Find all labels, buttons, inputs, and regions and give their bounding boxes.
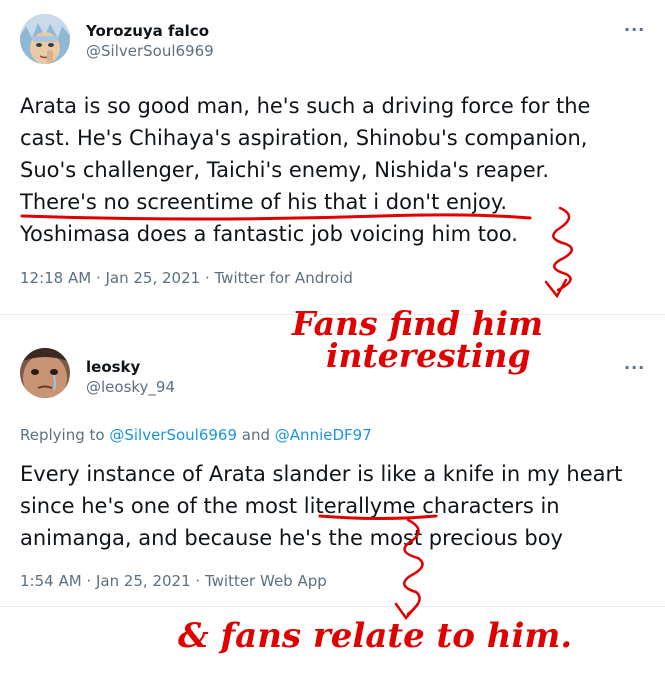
replying-to: Replying to @SilverSoul6969 and @AnnieDF… (20, 426, 372, 444)
tweet-timestamp[interactable]: 1:54 AM · Jan 25, 2021 · Twitter Web App (20, 572, 327, 590)
tweet-timestamp[interactable]: 12:18 AM · Jan 25, 2021 · Twitter for An… (20, 269, 353, 287)
avatar[interactable] (20, 348, 70, 398)
user-handle[interactable]: @SilverSoul6969 (86, 42, 214, 60)
reply-mention-link[interactable]: @AnnieDF97 (275, 426, 372, 444)
display-name[interactable]: Yorozuya falco (86, 22, 209, 40)
avatar-image (20, 348, 70, 398)
display-name[interactable]: leosky (86, 358, 140, 376)
tweet-text-line: animanga, and because he's the most prec… (20, 526, 563, 550)
tweet-text-line: There's no screentime of his that i don'… (20, 190, 507, 214)
tweet-text-line: Suo's challenger, Taichi's enemy, Nishid… (20, 158, 550, 182)
reply-mention-link[interactable]: @SilverSoul6969 (109, 426, 237, 444)
tweet-text-line: Yoshimasa does a fantastic job voicing h… (20, 222, 518, 246)
tweet-text-line: since he's one of the most literallyme c… (20, 494, 560, 518)
more-options-icon[interactable]: ··· (624, 358, 645, 377)
avatar-image (20, 14, 70, 64)
replying-to-label: Replying to (20, 426, 110, 444)
user-handle[interactable]: @leosky_94 (86, 378, 175, 396)
tweet-text-line: cast. He's Chihaya's aspiration, Shinobu… (20, 126, 588, 150)
replying-to-and: and (237, 426, 275, 444)
more-options-icon[interactable]: ··· (624, 20, 645, 39)
annotation-text: interesting (326, 336, 531, 375)
annotation-text: & fans relate to him. (178, 616, 573, 656)
tweet-card-1[interactable]: Yorozuya falco @SilverSoul6969 ··· Arata… (0, 0, 665, 310)
divider (0, 606, 665, 607)
tweet-text-line: Arata is so good man, he's such a drivin… (20, 94, 591, 118)
avatar[interactable] (20, 14, 70, 64)
tweet-text-line: Every instance of Arata slander is like … (20, 462, 623, 486)
